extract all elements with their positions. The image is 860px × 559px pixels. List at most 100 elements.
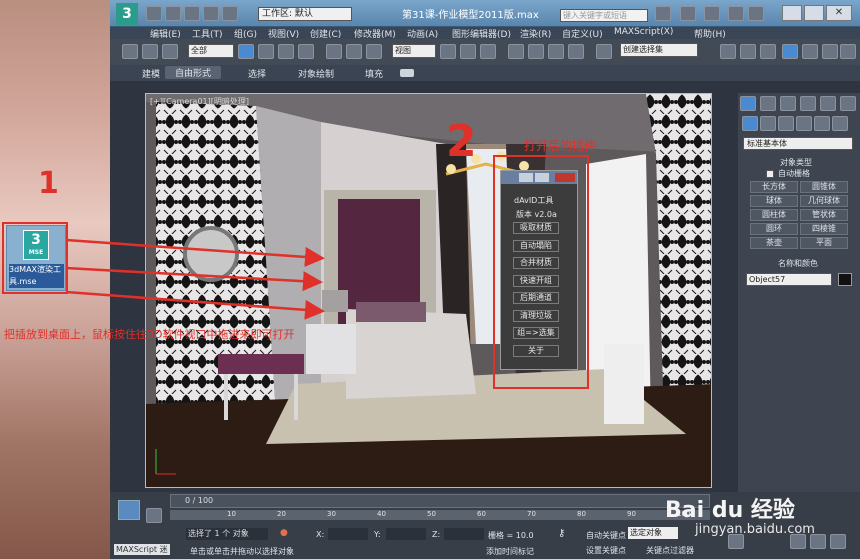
- ribbon-options-icon[interactable]: [400, 69, 414, 77]
- set-key-label[interactable]: 设置关键点: [586, 545, 626, 556]
- close-button[interactable]: ✕: [826, 5, 852, 21]
- star-icon[interactable]: [704, 6, 720, 21]
- app-logo-icon[interactable]: 3: [116, 3, 138, 25]
- cameras-icon[interactable]: [796, 116, 812, 131]
- y-coord-field[interactable]: [386, 528, 426, 540]
- render-setup-icon[interactable]: [782, 44, 798, 59]
- bind-icon[interactable]: [162, 44, 178, 59]
- modify-tab-icon[interactable]: [760, 96, 776, 111]
- select-icon[interactable]: [238, 44, 254, 59]
- annotation-number-1: 1: [38, 166, 59, 201]
- helpers-icon[interactable]: [814, 116, 830, 131]
- lock-icon[interactable]: ●: [280, 528, 288, 538]
- angle-snap-icon[interactable]: [528, 44, 544, 59]
- spacewarps-icon[interactable]: [832, 116, 848, 131]
- object-button[interactable]: 长方体: [750, 181, 798, 193]
- window-title: 第31课-作业模型2011版.max: [402, 10, 539, 21]
- ribbon-tab[interactable]: 建模: [142, 67, 160, 80]
- create-tab-icon[interactable]: [740, 96, 756, 111]
- pivot-icon[interactable]: [440, 44, 456, 59]
- ribbon-tab[interactable]: 对象绘制: [298, 67, 334, 80]
- quick-access-icon[interactable]: [146, 6, 162, 21]
- keyboard-icon[interactable]: [146, 508, 162, 523]
- scale-icon[interactable]: [366, 44, 382, 59]
- x-coord-field[interactable]: [328, 528, 368, 540]
- keyboard-shortcut-icon[interactable]: [480, 44, 496, 59]
- help-icon[interactable]: [680, 6, 696, 21]
- quick-access-icon[interactable]: [222, 6, 238, 21]
- autogrid-checkbox[interactable]: [766, 170, 774, 178]
- viewport-camera[interactable]: [+][Camera01][明暗处理]: [145, 93, 712, 488]
- geometry-type-dropdown[interactable]: 标准基本体: [743, 137, 853, 150]
- move-icon[interactable]: [326, 44, 342, 59]
- rotate-icon[interactable]: [346, 44, 362, 59]
- redo-icon[interactable]: [203, 6, 219, 21]
- object-button[interactable]: 四棱锥: [800, 223, 848, 235]
- select-manipulate-icon[interactable]: [460, 44, 476, 59]
- motion-tab-icon[interactable]: [800, 96, 816, 111]
- window-crossing-icon[interactable]: [298, 44, 314, 59]
- object-color-swatch[interactable]: [838, 273, 852, 286]
- mirror-icon[interactable]: [720, 44, 736, 59]
- layer-icon[interactable]: [760, 44, 776, 59]
- rollout-name-color[interactable]: 名称和颜色: [778, 258, 818, 269]
- search-input[interactable]: 键入关键字或短语: [560, 9, 648, 22]
- workspace-dropdown[interactable]: 工作区: 默认: [258, 7, 352, 21]
- link-icon[interactable]: [122, 44, 138, 59]
- object-button[interactable]: 圆柱体: [750, 209, 798, 221]
- menu-item[interactable]: MAXScript(X): [614, 27, 673, 37]
- region-select-icon[interactable]: [278, 44, 294, 59]
- object-button[interactable]: 圆锥体: [800, 181, 848, 193]
- rollout-object-type[interactable]: 对象类型: [780, 157, 812, 168]
- object-button[interactable]: 球体: [750, 195, 798, 207]
- key-icon[interactable]: ⚷: [558, 528, 565, 539]
- object-button[interactable]: 管状体: [800, 209, 848, 221]
- add-time-tag[interactable]: 添加时间标记: [486, 546, 534, 557]
- unlink-icon[interactable]: [142, 44, 158, 59]
- render-production-icon[interactable]: [840, 44, 856, 59]
- maxscript-listener[interactable]: MAXScript 迷: [114, 544, 170, 555]
- scene-render: [146, 94, 711, 487]
- ribbon-tab[interactable]: 自由形式: [165, 66, 222, 79]
- maximize-button[interactable]: [804, 5, 824, 21]
- undo-icon[interactable]: [184, 6, 200, 21]
- object-button[interactable]: 平面: [800, 237, 848, 249]
- ref-coord-dropdown[interactable]: 视图: [392, 44, 436, 58]
- display-tab-icon[interactable]: [820, 96, 836, 111]
- ribbon-tab[interactable]: 选择: [248, 67, 266, 80]
- selection-set-dropdown[interactable]: 创建选择集: [620, 43, 698, 57]
- object-name-field[interactable]: Object57: [746, 273, 832, 286]
- search-icon[interactable]: [655, 6, 671, 21]
- settings-icon[interactable]: [728, 6, 744, 21]
- quick-access-icon[interactable]: [165, 6, 181, 21]
- hierarchy-tab-icon[interactable]: [780, 96, 796, 111]
- viewport-label[interactable]: [+][Camera01][明暗处理]: [150, 96, 249, 107]
- object-button[interactable]: 几何球体: [800, 195, 848, 207]
- lights-icon[interactable]: [778, 116, 794, 131]
- selection-filter-dropdown[interactable]: 全部: [188, 44, 234, 58]
- minimize-button[interactable]: [782, 5, 802, 21]
- select-by-name-icon[interactable]: [258, 44, 274, 59]
- object-button[interactable]: 圆环: [750, 223, 798, 235]
- auto-key-label[interactable]: 自动关键点: [586, 530, 626, 541]
- command-panel: [738, 93, 860, 497]
- z-coord-field[interactable]: [444, 528, 484, 540]
- align-icon[interactable]: [740, 44, 756, 59]
- help-icon[interactable]: [748, 6, 764, 21]
- spinner-snap-icon[interactable]: [568, 44, 584, 59]
- time-ruler[interactable]: 10 20 30 40 50 60 70 80 90 100: [170, 510, 710, 520]
- geometry-icon[interactable]: [742, 116, 758, 131]
- time-slider-frame: 0 / 100: [185, 496, 214, 505]
- layer-icon[interactable]: [118, 500, 140, 520]
- shapes-icon[interactable]: [760, 116, 776, 131]
- edit-named-sel-icon[interactable]: [596, 44, 612, 59]
- time-slider[interactable]: 0 / 100: [170, 494, 710, 508]
- ribbon-tab[interactable]: 填充: [365, 67, 383, 80]
- utilities-tab-icon[interactable]: [840, 96, 856, 111]
- snap-icon[interactable]: [508, 44, 524, 59]
- object-button[interactable]: 茶壶: [750, 237, 798, 249]
- percent-snap-icon[interactable]: [548, 44, 564, 59]
- render-icon[interactable]: [822, 44, 838, 59]
- render-frame-icon[interactable]: [802, 44, 818, 59]
- watermark: Bai du 经验 jingyan.baidu.com: [665, 492, 855, 552]
